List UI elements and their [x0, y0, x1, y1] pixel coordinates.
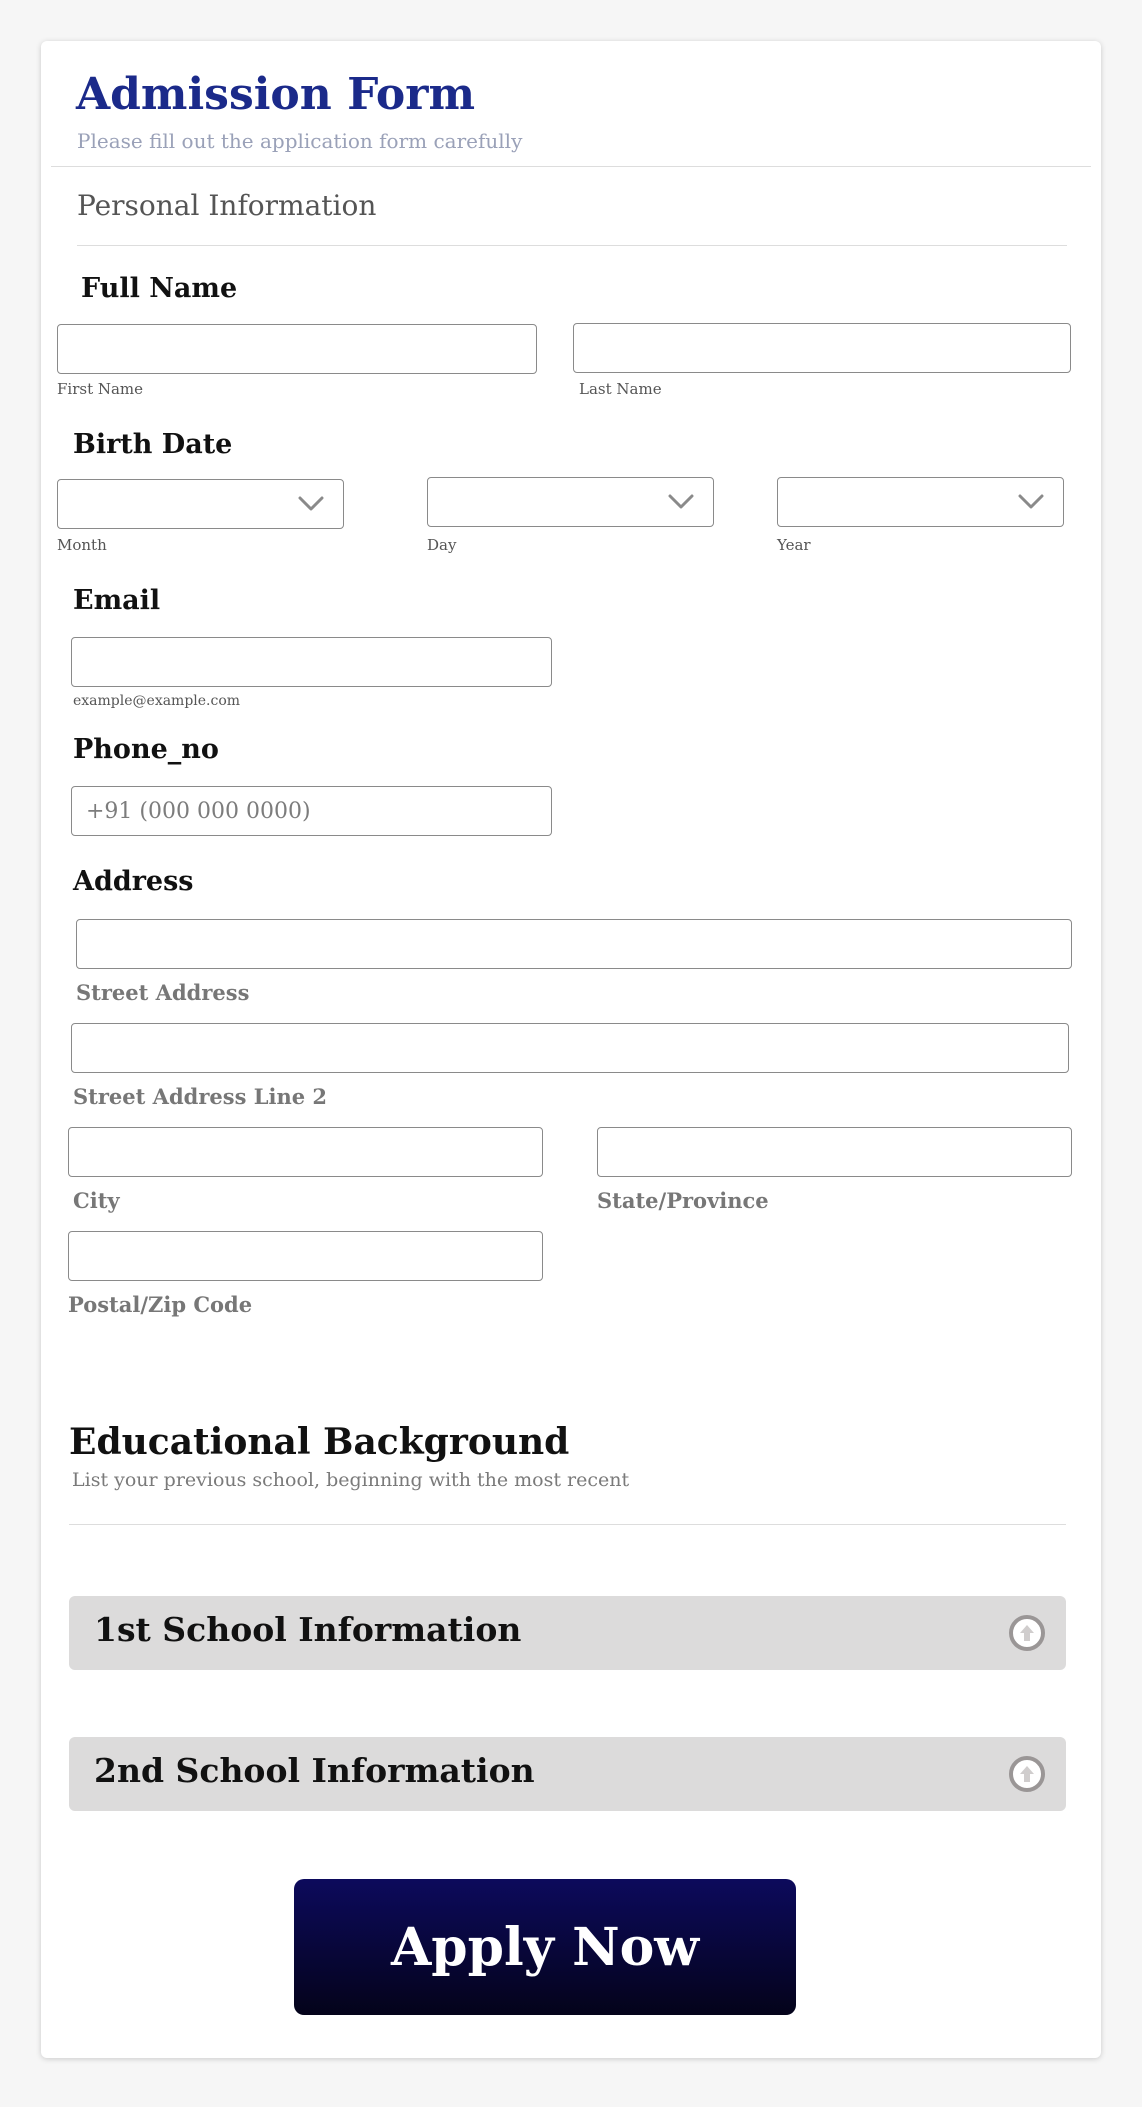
arrow-up-circle-icon[interactable]	[1008, 1755, 1046, 1793]
school-2-label: 2nd School Information	[94, 1751, 535, 1790]
address-label: Address	[73, 866, 194, 897]
street-address-input[interactable]	[76, 919, 1072, 969]
day-sublabel: Day	[427, 536, 457, 554]
email-label: Email	[73, 585, 161, 616]
year-sublabel: Year	[777, 536, 811, 554]
education-divider	[69, 1524, 1066, 1525]
school-2-collapsible[interactable]: 2nd School Information	[69, 1737, 1066, 1811]
phone-input[interactable]	[71, 786, 552, 836]
street-address-sublabel: Street Address	[76, 980, 250, 1005]
last-name-input[interactable]	[573, 323, 1071, 373]
form-card: Admission Form Please fill out the appli…	[41, 41, 1101, 2058]
education-heading: Educational Background	[69, 1421, 570, 1463]
postal-code-sublabel: Postal/Zip Code	[68, 1292, 253, 1317]
year-select[interactable]	[777, 477, 1064, 527]
apply-now-button[interactable]: Apply Now	[294, 1879, 796, 2015]
chevron-down-icon	[298, 496, 324, 511]
header-divider	[51, 166, 1091, 167]
state-sublabel: State/Province	[597, 1188, 769, 1213]
birth-date-label: Birth Date	[73, 429, 233, 460]
section-personal-heading: Personal Information	[77, 189, 377, 222]
section-divider	[77, 245, 1067, 246]
first-name-input[interactable]	[57, 324, 537, 374]
month-sublabel: Month	[57, 536, 107, 554]
form-title: Admission Form	[76, 69, 476, 120]
first-name-sublabel: First Name	[57, 380, 144, 398]
day-select[interactable]	[427, 477, 714, 527]
email-hint: example@example.com	[73, 693, 241, 709]
email-input[interactable]	[71, 637, 552, 687]
school-1-collapsible[interactable]: 1st School Information	[69, 1596, 1066, 1670]
street-address-line2-sublabel: Street Address Line 2	[73, 1084, 327, 1109]
education-subtitle: List your previous school, beginning wit…	[72, 1469, 630, 1491]
street-address-line2-input[interactable]	[71, 1023, 1069, 1073]
last-name-sublabel: Last Name	[579, 380, 662, 398]
city-sublabel: City	[73, 1188, 120, 1213]
month-select[interactable]	[57, 479, 344, 529]
chevron-down-icon	[668, 494, 694, 509]
arrow-up-circle-icon[interactable]	[1008, 1614, 1046, 1652]
school-1-label: 1st School Information	[94, 1610, 522, 1649]
form-subtitle: Please fill out the application form car…	[77, 129, 523, 153]
full-name-label: Full Name	[81, 273, 238, 304]
city-input[interactable]	[68, 1127, 543, 1177]
chevron-down-icon	[1018, 494, 1044, 509]
postal-code-input[interactable]	[68, 1231, 543, 1281]
state-input[interactable]	[597, 1127, 1072, 1177]
phone-label: Phone_no	[73, 734, 219, 765]
